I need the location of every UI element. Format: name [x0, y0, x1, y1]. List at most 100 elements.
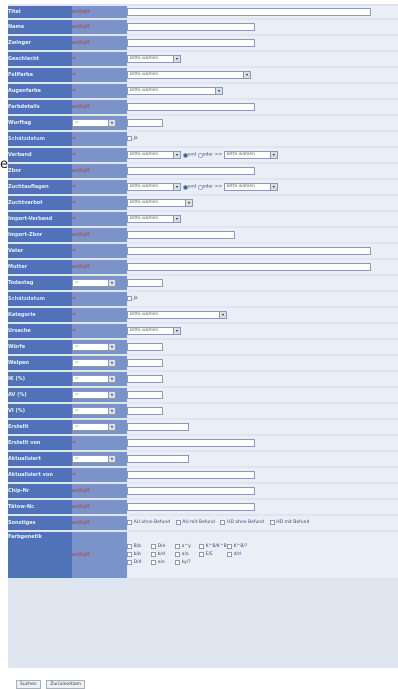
- label-sonstiges: Sonstiges: [8, 516, 72, 530]
- av-operator-select[interactable]: = ▾: [72, 391, 116, 399]
- schaetzdatum-1-checkbox[interactable]: [127, 136, 132, 141]
- label-titel: Titel: [8, 6, 72, 18]
- op-fellfarbe: =: [72, 68, 127, 82]
- row-mutter: Mutter enthält: [8, 260, 398, 274]
- gene-checkbox[interactable]: [127, 560, 132, 565]
- todestag-operator-select[interactable]: = ▾: [72, 279, 116, 287]
- sonstiges-checkbox-2[interactable]: [220, 520, 226, 525]
- ik-operator-select[interactable]: = ▾: [72, 375, 116, 383]
- ja-label: Ja: [133, 136, 138, 141]
- row-import-verband: Import-Verband = Bitte wählen ▾: [8, 212, 398, 226]
- label-ursache: Ursache: [8, 324, 72, 338]
- welpen-operator-select[interactable]: = ▾: [72, 359, 116, 367]
- wurftag-operator-select[interactable]: = ▾: [72, 119, 116, 127]
- schaetzdatum-2-checkbox[interactable]: [127, 296, 132, 301]
- aktualisiert-operator-select[interactable]: = ▾: [72, 455, 116, 463]
- augenfarbe-select[interactable]: Bitte wählen ▾: [127, 87, 223, 95]
- erstellt-input[interactable]: [127, 423, 189, 431]
- titel-input[interactable]: [127, 8, 371, 16]
- aktualisiert-von-input[interactable]: [127, 471, 255, 479]
- op-titel: enthält: [72, 6, 127, 18]
- label-import-verband: Import-Verband: [8, 212, 72, 226]
- chevron-down-icon: ▾: [108, 120, 115, 126]
- ursache-select[interactable]: Bitte wählen ▾: [127, 327, 181, 335]
- gene-checkbox[interactable]: [199, 544, 204, 549]
- sonstiges-option-label: AU ohne Befund: [133, 520, 171, 525]
- label-av: AV (%): [8, 388, 72, 402]
- label-vater: Vater: [8, 244, 72, 258]
- row-chip-nr: Chip-Nr enthält: [8, 484, 398, 498]
- kategorie-select[interactable]: Bitte wählen ▾: [127, 311, 227, 319]
- av-input[interactable]: [127, 391, 163, 399]
- gene-checkbox[interactable]: [127, 552, 132, 557]
- fellfarbe-select[interactable]: Bitte wählen ▾: [127, 71, 251, 79]
- welpen-input[interactable]: [127, 359, 163, 367]
- import-zbnr-input[interactable]: [127, 231, 235, 239]
- ik-input[interactable]: [127, 375, 163, 383]
- vater-input[interactable]: [127, 247, 371, 255]
- vi-operator-select[interactable]: = ▾: [72, 407, 116, 415]
- wuerfe-operator-select[interactable]: = ▾: [72, 343, 116, 351]
- wurftag-input[interactable]: [127, 119, 163, 127]
- gene-checkbox[interactable]: [175, 544, 180, 549]
- row-av: AV (%) = ▾: [8, 388, 398, 402]
- wuerfe-input[interactable]: [127, 343, 163, 351]
- op-ursache: =: [72, 324, 127, 338]
- row-erstellt: Erstellt = ▾: [8, 420, 398, 434]
- label-zuchtverbot: Zuchtverbot: [8, 196, 72, 210]
- gene-checkbox[interactable]: [227, 544, 232, 549]
- verband-select-2[interactable]: Bitte wählen ▾: [223, 151, 278, 159]
- verband-select-1[interactable]: Bitte wählen ▾: [127, 151, 181, 159]
- label-augenfarbe: Augenfarbe: [8, 84, 72, 98]
- row-farbgenetik: Farbgenetik enthält B/b D/e a^y K^B/K^B …: [8, 532, 398, 578]
- label-aktualisiert-von: Aktualisiert von: [8, 468, 72, 482]
- gene-label: b/d: [157, 552, 165, 557]
- row-schaetzdatum-1: Schätzdatum = Ja: [8, 132, 398, 146]
- zuchtauflagen-select-1[interactable]: Bitte wählen ▾: [127, 183, 181, 191]
- label-verband: Verband: [8, 148, 72, 162]
- erstellt-von-input[interactable]: [127, 439, 255, 447]
- import-verband-select[interactable]: Bitte wählen ▾: [127, 215, 181, 223]
- row-import-zbnr: Import-Zbnr enthält: [8, 228, 398, 242]
- farbdetails-input[interactable]: [127, 103, 255, 111]
- gene-checkbox[interactable]: [199, 552, 204, 557]
- op-zuchtverbot: =: [72, 196, 127, 210]
- geschlecht-select[interactable]: Bitte wählen ▾: [127, 55, 181, 63]
- chevron-down-icon: ▾: [108, 424, 115, 430]
- chevron-down-icon: ▾: [173, 56, 180, 62]
- gene-checkbox[interactable]: [227, 552, 232, 557]
- sonstiges-checkbox-0[interactable]: [127, 520, 132, 525]
- sonstiges-checkbox-1[interactable]: [175, 520, 181, 525]
- aktualisiert-input[interactable]: [127, 455, 189, 463]
- sonstiges-checkbox-3[interactable]: [269, 520, 275, 525]
- sonstiges-option-label: HD mit Befund: [276, 520, 310, 525]
- mutter-input[interactable]: [127, 263, 371, 271]
- select-value: Bitte wählen: [130, 56, 159, 61]
- select-value: Bitte wählen: [130, 312, 159, 317]
- row-zwinger: Zwinger enthält: [8, 36, 398, 50]
- gene-label: K^B/?: [233, 544, 248, 549]
- todestag-input[interactable]: [127, 279, 163, 287]
- zbnr-input[interactable]: [127, 167, 255, 175]
- gene-checkbox[interactable]: [127, 544, 132, 549]
- zuchtverbot-select[interactable]: Bitte wählen ▾: [127, 199, 193, 207]
- erstellt-operator-select[interactable]: = ▾: [72, 423, 116, 431]
- select-value: Bitte wählen: [130, 88, 159, 93]
- vi-input[interactable]: [127, 407, 163, 415]
- chip-nr-input[interactable]: [127, 487, 255, 495]
- taetow-nr-input[interactable]: [127, 503, 255, 511]
- gene-checkbox[interactable]: [151, 544, 156, 549]
- gene-checkbox[interactable]: [175, 552, 180, 557]
- name-input[interactable]: [127, 23, 255, 31]
- gene-checkbox[interactable]: [151, 560, 156, 565]
- neq-label: <>: [214, 184, 223, 190]
- chevron-down-icon: ▾: [108, 456, 115, 462]
- row-ik: IK (%) = ▾: [8, 372, 398, 386]
- gene-checkbox[interactable]: [175, 560, 180, 565]
- zuchtauflagen-select-2[interactable]: Bitte wählen ▾: [223, 183, 278, 191]
- row-ursache: Ursache = Bitte wählen ▾: [8, 324, 398, 338]
- op-sonstiges: enthält: [72, 516, 127, 530]
- gene-checkbox[interactable]: [151, 552, 156, 557]
- gene-label: ky/?: [181, 560, 191, 565]
- zwinger-input[interactable]: [127, 39, 255, 47]
